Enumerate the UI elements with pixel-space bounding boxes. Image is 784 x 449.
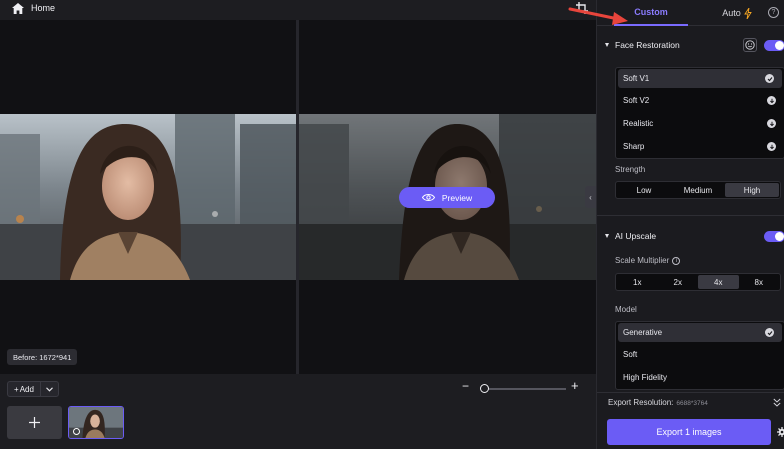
export-resolution-value: 6688*3764: [676, 400, 708, 407]
scale-2x[interactable]: 2x: [658, 275, 699, 289]
face-model-list: Soft V1 Soft V2 Realistic Sharp: [615, 67, 784, 159]
face-option-label: Sharp: [623, 142, 645, 151]
download-icon[interactable]: [767, 119, 776, 128]
zoom-slider-track[interactable]: [486, 388, 566, 390]
lightning-icon: [743, 7, 752, 19]
home-link[interactable]: Home: [31, 3, 55, 13]
download-icon[interactable]: [767, 96, 776, 105]
check-icon: [765, 328, 774, 337]
add-main[interactable]: + Add: [8, 382, 41, 396]
ai-upscale-title: AI Upscale: [615, 231, 657, 241]
export-resolution-label: Export Resolution:: [608, 398, 674, 407]
add-dropdown[interactable]: [41, 386, 58, 392]
scale-8x[interactable]: 8x: [739, 275, 780, 289]
zoom-out-button[interactable]: −: [462, 379, 469, 393]
model-option-soft[interactable]: Soft: [616, 343, 784, 366]
help-icon[interactable]: ?: [768, 7, 779, 18]
before-resolution-label: Before: 1672*941: [7, 349, 78, 365]
scale-4x[interactable]: 4x: [698, 275, 739, 289]
add-label: Add: [19, 384, 34, 394]
model-option-generative[interactable]: Generative: [618, 323, 782, 342]
section-divider: [597, 215, 784, 216]
face-option-soft-v2[interactable]: Soft V2: [616, 89, 784, 112]
add-button[interactable]: + Add: [7, 381, 59, 397]
comparison-canvas: Preview ‹ Before: 1672*941: [0, 20, 596, 374]
tab-auto[interactable]: Auto: [709, 0, 765, 26]
workspace: Home Preview ‹ Before: 1672*941 + Add − …: [0, 0, 596, 449]
model-option-label: Soft: [623, 350, 638, 359]
scale-multiplier-label: Scale Multiplier i: [615, 256, 681, 265]
add-image-tile[interactable]: [7, 406, 62, 439]
eye-icon: [421, 194, 435, 201]
info-icon[interactable]: i: [672, 256, 681, 265]
check-icon: [765, 74, 774, 83]
face-option-label: Soft V1: [623, 74, 650, 83]
face-smile-icon[interactable]: [743, 38, 757, 52]
before-pane: [0, 20, 296, 374]
strength-label: Strength: [615, 165, 646, 174]
mode-tabs: Custom Auto ?: [597, 0, 784, 26]
strength-low[interactable]: Low: [617, 183, 671, 197]
plus-icon: +: [14, 384, 19, 394]
face-option-realistic[interactable]: Realistic: [616, 112, 784, 135]
preview-button[interactable]: Preview: [399, 187, 495, 208]
strength-high[interactable]: High: [725, 183, 779, 197]
chevron-left-icon: ‹: [589, 192, 592, 202]
home-icon[interactable]: [12, 3, 24, 14]
top-bar: Home: [0, 0, 596, 18]
section-divider: [597, 392, 784, 393]
export-button[interactable]: Export 1 images: [607, 419, 771, 445]
export-resolution: Export Resolution: 6688*3764: [608, 398, 708, 407]
crop-icon[interactable]: [576, 2, 588, 14]
collapse-panel-handle[interactable]: ‹: [585, 186, 596, 208]
model-option-high-fidelity[interactable]: High Fidelity: [616, 366, 784, 389]
upscale-model-list: Generative Soft High Fidelity: [615, 321, 784, 390]
face-option-label: Soft V2: [623, 96, 650, 105]
face-restoration-title: Face Restoration: [615, 40, 680, 50]
download-icon[interactable]: [767, 142, 776, 151]
model-option-label: Generative: [623, 328, 663, 337]
ai-upscale-toggle[interactable]: [764, 230, 784, 242]
after-pane: Preview: [299, 20, 596, 374]
face-restoration-header[interactable]: Face Restoration: [597, 36, 784, 54]
face-option-soft-v1[interactable]: Soft V1: [618, 69, 782, 88]
gear-icon[interactable]: [777, 427, 784, 437]
scale-multiplier-text: Scale Multiplier: [615, 256, 670, 265]
face-option-sharp[interactable]: Sharp: [616, 135, 784, 158]
zoom-in-button[interactable]: +: [571, 378, 579, 393]
scale-selector: 1x 2x 4x 8x: [615, 273, 781, 291]
ai-upscale-header[interactable]: AI Upscale: [597, 227, 784, 245]
tab-custom[interactable]: Custom: [614, 0, 688, 26]
bottom-bar: + Add − +: [0, 375, 596, 449]
preview-label: Preview: [441, 192, 473, 203]
strength-medium[interactable]: Medium: [671, 183, 725, 197]
tab-auto-label: Auto: [722, 8, 741, 18]
scale-1x[interactable]: 1x: [617, 275, 658, 289]
image-thumbnail[interactable]: [68, 406, 124, 439]
settings-panel: Custom Auto ? Face Restoration Soft V1 S…: [596, 0, 784, 449]
caret-down-icon: [605, 234, 609, 238]
info-icon[interactable]: [73, 428, 80, 435]
zoom-slider-handle[interactable]: [480, 384, 489, 393]
before-image: [0, 114, 296, 280]
model-label: Model: [615, 305, 637, 314]
plus-icon: [29, 417, 40, 428]
strength-selector: Low Medium High: [615, 181, 781, 199]
caret-down-icon: [605, 43, 609, 47]
model-option-label: High Fidelity: [623, 373, 668, 382]
chevron-down-icon: [46, 386, 53, 392]
double-chevron-down-icon[interactable]: [773, 398, 781, 407]
face-restoration-toggle[interactable]: [764, 39, 784, 51]
face-option-label: Realistic: [623, 119, 654, 128]
